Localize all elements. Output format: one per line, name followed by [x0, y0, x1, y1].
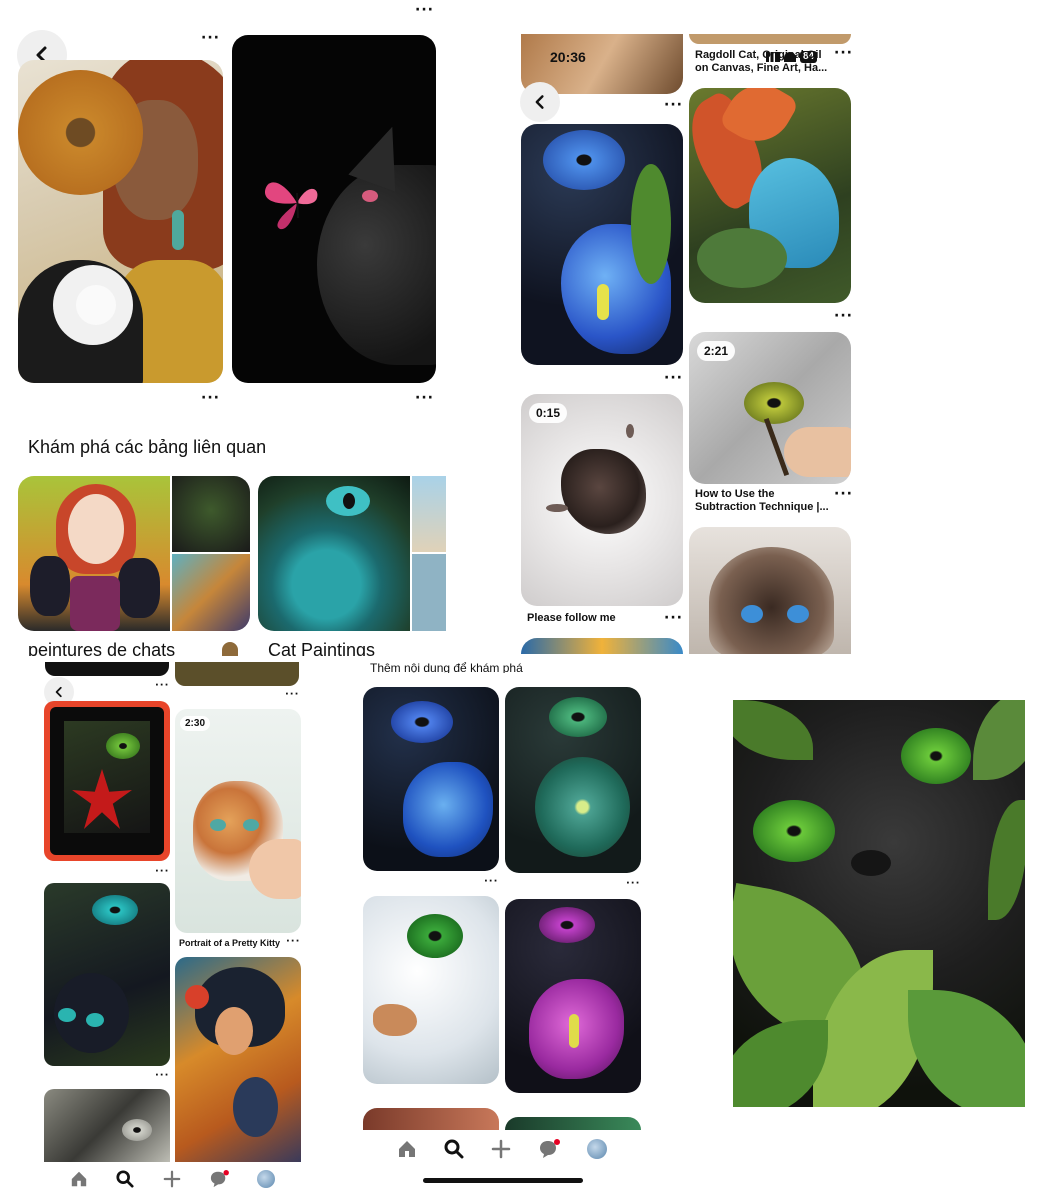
video-duration-badge: 2:30 — [180, 716, 211, 731]
pin-caption[interactable]: How to Use the Subtraction Technique |..… — [695, 488, 835, 514]
butterfly-illustration — [264, 182, 318, 230]
more-options-icon[interactable]: ··· — [415, 3, 434, 17]
section-title: Khám phá các bảng liên quan — [28, 437, 267, 457]
more-options-icon[interactable]: ··· — [834, 46, 853, 60]
home-icon[interactable] — [70, 1170, 88, 1188]
pin-cat-green-eyes-teal-flowers[interactable] — [505, 687, 641, 873]
pin-partial-green[interactable] — [505, 1117, 641, 1130]
pin-black-cat-blue-calla[interactable] — [521, 124, 683, 365]
pin-portrait-pretty-kitty-video[interactable] — [175, 709, 301, 933]
bottom-nav-bar — [70, 1165, 275, 1193]
pin-image-top-partial[interactable] — [20, 0, 222, 22]
pin-woman-hat-cat-painting[interactable] — [175, 957, 301, 1162]
more-options-icon[interactable]: ··· — [155, 867, 169, 877]
profile-icon[interactable] — [587, 1139, 607, 1159]
board-name[interactable]: peintures de chats — [28, 640, 175, 656]
board-cover-cat-paintings[interactable] — [258, 476, 446, 631]
pin-ragdoll-partial[interactable] — [689, 34, 851, 44]
pin-cat-blue-eyes-flowers[interactable] — [363, 687, 499, 871]
more-options-icon[interactable]: ··· — [201, 391, 220, 405]
cat-eye-right — [901, 728, 971, 784]
pin-black-cat-butterfly[interactable] — [232, 35, 436, 383]
pin-partial-red[interactable] — [363, 1108, 499, 1130]
pin-liquid-splash-video[interactable] — [521, 394, 683, 606]
messages-icon[interactable] — [209, 1170, 229, 1188]
more-options-icon[interactable]: ··· — [834, 487, 853, 501]
search-icon[interactable] — [444, 1139, 464, 1159]
search-icon[interactable] — [116, 1170, 134, 1188]
pin-tabby-eye-sketch[interactable] — [44, 1089, 170, 1162]
pin-caption[interactable]: Please follow me — [527, 612, 616, 625]
video-duration-badge: 2:21 — [697, 341, 736, 361]
board-collaborator-avatar — [222, 642, 238, 656]
board-name[interactable]: Cat Paintings — [268, 640, 375, 656]
pin-caption[interactable]: Ragdoll Cat, Original Oil on Canvas, Fin… — [695, 49, 835, 75]
pin-black-cat-teal-eyes[interactable] — [44, 883, 170, 1066]
pin-siamese-cat[interactable] — [689, 527, 851, 654]
pin-caption[interactable]: Portrait of a Pretty Kitty — [179, 937, 280, 950]
cat-eye-left — [753, 800, 835, 862]
more-options-icon[interactable]: ··· — [484, 877, 498, 887]
chevron-left-icon — [55, 686, 62, 698]
status-time: 20:36 — [550, 49, 586, 65]
home-icon[interactable] — [397, 1139, 417, 1159]
more-options-icon[interactable]: ··· — [155, 1071, 169, 1081]
chevron-left-icon — [535, 95, 544, 109]
profile-icon[interactable] — [257, 1170, 275, 1188]
more-options-icon[interactable]: ··· — [155, 681, 169, 691]
more-options-icon[interactable]: ··· — [286, 937, 300, 947]
section-title: Thêm nội dung để khám phá — [370, 661, 523, 673]
more-options-icon[interactable]: ··· — [664, 371, 683, 385]
create-icon[interactable] — [163, 1170, 181, 1188]
more-options-icon[interactable]: ··· — [664, 611, 683, 625]
back-button[interactable] — [520, 82, 560, 122]
more-options-icon[interactable]: ··· — [201, 31, 220, 45]
messages-icon[interactable] — [538, 1139, 560, 1159]
create-icon[interactable] — [491, 1139, 511, 1159]
pin-partial-olive[interactable] — [175, 662, 299, 686]
board-cover-peintures-de-chats[interactable] — [18, 476, 250, 631]
pin-partial-black[interactable] — [45, 662, 169, 676]
pin-colorful-partial[interactable] — [521, 638, 683, 654]
more-options-icon[interactable]: ··· — [285, 690, 299, 700]
pin-cat-purple-calla[interactable] — [505, 899, 641, 1093]
pin-blue-hummingbird[interactable] — [689, 88, 851, 303]
bottom-nav-bar — [397, 1135, 607, 1163]
video-duration-badge: 0:15 — [529, 403, 568, 423]
pin-black-cat-green-eyes-leaves[interactable] — [733, 700, 1025, 1107]
more-options-icon[interactable]: ··· — [626, 879, 640, 889]
home-indicator — [423, 1178, 583, 1183]
pin-woman-cat-painting[interactable] — [18, 60, 223, 383]
pin-cat-poinsettia-framed[interactable] — [44, 701, 170, 861]
more-options-icon[interactable]: ··· — [664, 98, 683, 112]
more-options-icon[interactable]: ··· — [415, 391, 434, 405]
pin-white-cat-green-eye[interactable] — [363, 896, 499, 1084]
more-options-icon[interactable]: ··· — [834, 309, 853, 323]
